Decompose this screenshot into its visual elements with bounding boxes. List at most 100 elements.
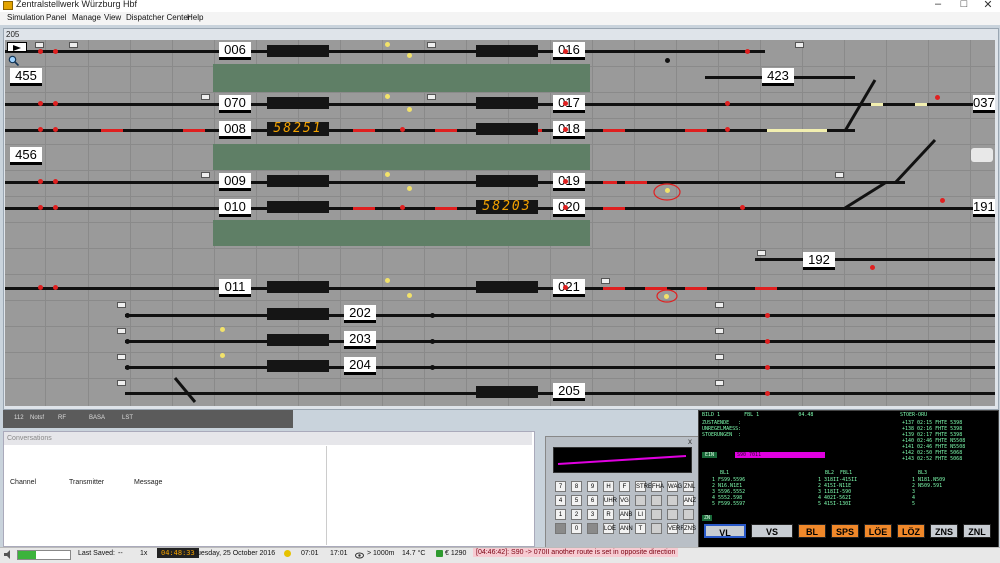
signal-red[interactable]	[38, 101, 43, 106]
bl-button[interactable]: BL	[798, 524, 826, 538]
loz-button[interactable]: LÖZ	[897, 524, 925, 538]
volume-bar[interactable]	[17, 550, 71, 560]
track-label-191[interactable]: 191	[973, 199, 995, 217]
sps-button[interactable]: SPS	[831, 524, 859, 538]
status-message[interactable]: [04:46:42]: S90 -> 070II another route i…	[473, 548, 679, 557]
menu-help[interactable]: Help	[187, 13, 203, 22]
signal-red[interactable]	[765, 313, 770, 318]
zns-button[interactable]: ZNS	[930, 524, 958, 538]
signal-dark[interactable]	[125, 339, 130, 344]
signal-red[interactable]	[563, 127, 568, 132]
keypad-key[interactable]	[651, 509, 662, 520]
keypad-key[interactable]: STRE	[635, 481, 652, 492]
signal-dark[interactable]	[430, 313, 435, 318]
signal-yellow[interactable]	[385, 172, 390, 177]
signal-dark[interactable]	[665, 58, 670, 63]
signal-dark[interactable]	[430, 339, 435, 344]
keypad-key[interactable]: 7	[555, 481, 566, 492]
keypad-key[interactable]	[587, 523, 598, 534]
keypad-key[interactable]	[635, 495, 646, 506]
track-label-456[interactable]: 456	[10, 147, 42, 165]
signal-dark[interactable]	[430, 365, 435, 370]
keypad-key[interactable]: UHR	[603, 495, 617, 506]
keypad-key[interactable]: 6	[587, 495, 598, 506]
train-number-display[interactable]: 58251	[267, 122, 329, 136]
signal-red[interactable]	[765, 391, 770, 396]
keypad-key[interactable]: 3	[587, 509, 598, 520]
znl-button[interactable]: ZNL	[963, 524, 991, 538]
signal-yellow[interactable]	[220, 353, 225, 358]
track-label-020[interactable]: 020	[553, 199, 585, 217]
signal-red[interactable]	[563, 49, 568, 54]
signal-yellow[interactable]	[665, 188, 670, 193]
signal-red[interactable]	[38, 49, 43, 54]
keypad-key[interactable]: 5	[571, 495, 582, 506]
signal-red[interactable]	[725, 101, 730, 106]
track-label-021[interactable]: 021	[553, 279, 585, 297]
keypad-key[interactable]: LOE	[603, 523, 616, 534]
keypad-key[interactable]: 9	[587, 481, 598, 492]
keypad-key[interactable]	[667, 509, 678, 520]
track-label-203[interactable]: 203	[344, 331, 376, 349]
signal-red[interactable]	[400, 127, 405, 132]
tab-112[interactable]: 112	[14, 415, 24, 421]
keypad-key[interactable]: ZNL	[683, 481, 695, 492]
keypad-key[interactable]	[683, 509, 694, 520]
tab-rf[interactable]: RF	[58, 415, 66, 421]
keypad-key[interactable]: R	[603, 509, 614, 520]
keypad-key[interactable]: 1	[555, 509, 566, 520]
signal-red[interactable]	[563, 179, 568, 184]
signal-red[interactable]	[53, 205, 58, 210]
conversations-divider[interactable]	[326, 446, 327, 545]
signal-red[interactable]	[563, 205, 568, 210]
track-label-037[interactable]: 037	[973, 95, 995, 113]
track-label-205[interactable]: 205	[553, 383, 585, 401]
signal-yellow[interactable]	[407, 186, 412, 191]
signal-red[interactable]	[940, 198, 945, 203]
signal-red[interactable]	[765, 365, 770, 370]
track-label-008[interactable]: 008	[219, 121, 251, 139]
track-label-018[interactable]: 018	[553, 121, 585, 139]
track-label-019[interactable]: 019	[553, 173, 585, 191]
keypad-key[interactable]: 8	[571, 481, 582, 492]
track-label-202[interactable]: 202	[344, 305, 376, 323]
play-button[interactable]	[7, 42, 27, 52]
signal-red[interactable]	[38, 285, 43, 290]
keypad-key[interactable]: T	[635, 523, 646, 534]
signal-yellow[interactable]	[385, 278, 390, 283]
signal-red[interactable]	[725, 127, 730, 132]
track-label-017[interactable]: 017	[553, 95, 585, 113]
signal-red[interactable]	[563, 101, 568, 106]
sim-speed[interactable]: 1x	[140, 550, 147, 557]
tab-notsf[interactable]: Notsf	[30, 415, 44, 421]
track-label-455[interactable]: 455	[10, 68, 42, 86]
keypad-key[interactable]: VERR	[667, 523, 685, 534]
keypad-key[interactable]: ANB	[619, 509, 632, 520]
column-message[interactable]: Message	[134, 479, 162, 486]
signal-yellow[interactable]	[385, 42, 390, 47]
menu-dispatcher-center[interactable]: Dispatcher Center	[126, 13, 190, 22]
track-label-009[interactable]: 009	[219, 173, 251, 191]
keypad-key[interactable]: ANZ	[683, 495, 696, 506]
menu-panel[interactable]: Panel	[46, 13, 66, 22]
column-channel[interactable]: Channel	[10, 479, 36, 486]
track-label-006[interactable]: 006	[219, 42, 251, 60]
keypad-key[interactable]	[651, 523, 662, 534]
signal-red[interactable]	[38, 205, 43, 210]
console-input-bar[interactable]: S90 7011	[735, 452, 825, 458]
keypad-key[interactable]	[667, 495, 678, 506]
signal-yellow[interactable]	[220, 327, 225, 332]
signal-red[interactable]	[400, 205, 405, 210]
track-label-016[interactable]: 016	[553, 42, 585, 60]
signal-red[interactable]	[38, 127, 43, 132]
keypad-key[interactable]: 4	[555, 495, 566, 506]
keypad-key[interactable]: F	[619, 481, 630, 492]
signal-yellow[interactable]	[407, 107, 412, 112]
minimize-button[interactable]: –	[924, 0, 952, 10]
track-label-070[interactable]: 070	[219, 95, 251, 113]
signal-red[interactable]	[38, 179, 43, 184]
menu-simulation[interactable]: Simulation	[7, 13, 44, 22]
keypad-key[interactable]: WAG	[667, 481, 682, 492]
signal-yellow[interactable]	[385, 94, 390, 99]
keypad-key[interactable]: H	[603, 481, 614, 492]
